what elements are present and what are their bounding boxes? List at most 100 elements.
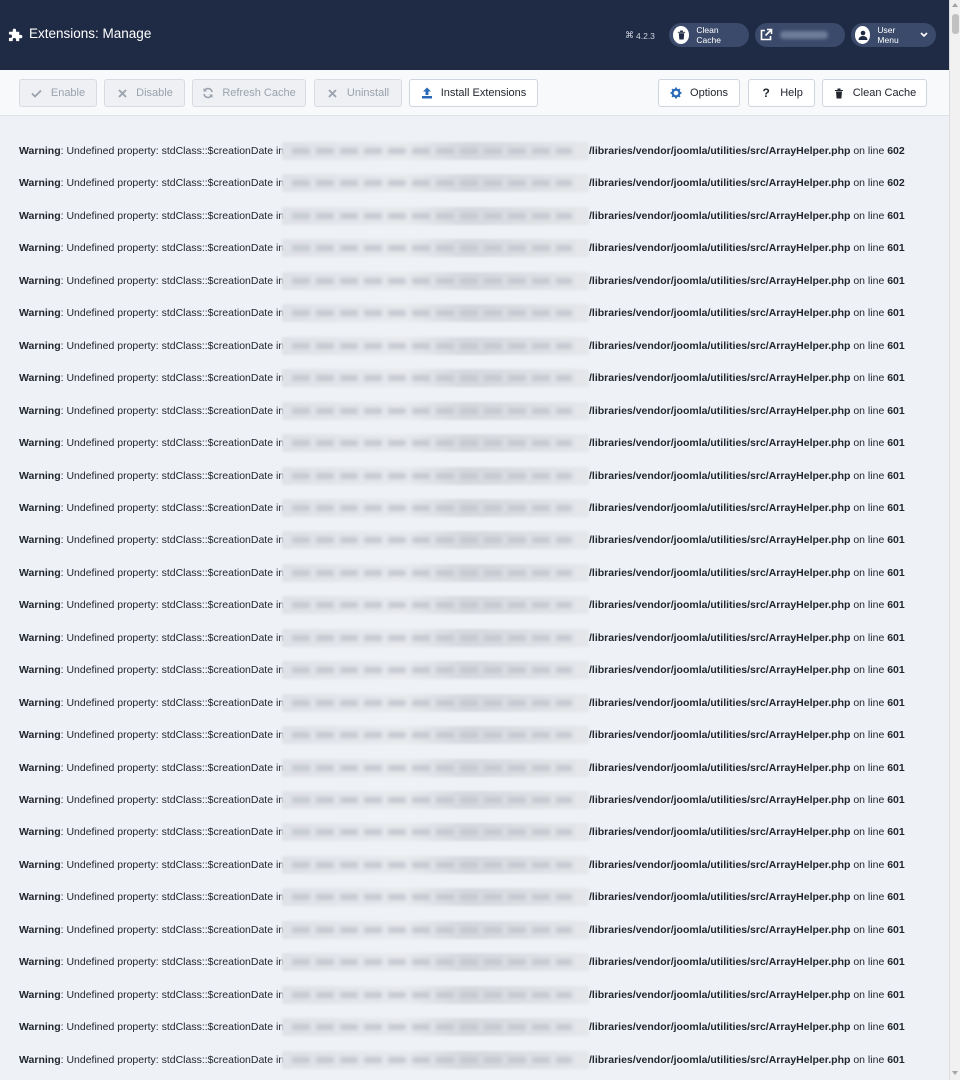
refresh-cache-label: Refresh Cache [222, 87, 296, 99]
warning-on-line: on line [850, 437, 888, 450]
warning-file: /libraries/vendor/joomla/utilities/src/A… [589, 566, 851, 579]
redacted-path [282, 401, 589, 420]
warning-on-line: on line [850, 274, 888, 287]
warning-file: /libraries/vendor/joomla/utilities/src/A… [589, 729, 851, 742]
help-button[interactable]: ? Help [748, 79, 815, 107]
warning-text: : Undefined property: stdClass::$creatio… [60, 696, 285, 709]
refresh-cache-button[interactable]: Refresh Cache [192, 79, 306, 107]
warning-file: /libraries/vendor/joomla/utilities/src/A… [589, 242, 851, 255]
warning-message: Warning: Undefined property: stdClass::$… [19, 567, 284, 579]
warning-message: Warning: Undefined property: stdClass::$… [19, 534, 284, 546]
scroll-up-arrow-icon[interactable] [952, 3, 958, 7]
enable-button[interactable]: Enable [19, 79, 97, 107]
warning-line-number: 601 [887, 534, 905, 547]
install-extensions-button[interactable]: Install Extensions [409, 79, 538, 107]
warning-file: /libraries/vendor/joomla/utilities/src/A… [589, 307, 851, 320]
warning-text: : Undefined property: stdClass::$creatio… [60, 1053, 285, 1066]
warning-on-line: on line [850, 177, 888, 190]
redacted-path [282, 174, 589, 193]
warning-file: /libraries/vendor/joomla/utilities/src/A… [589, 209, 851, 222]
redacted-path [282, 563, 589, 582]
uninstall-button[interactable]: Uninstall [314, 79, 402, 107]
warning-row: Warning: Undefined property: stdClass::$… [19, 239, 919, 258]
warning-message: Warning: Undefined property: stdClass::$… [19, 372, 284, 384]
warning-text: : Undefined property: stdClass::$creatio… [60, 923, 285, 936]
user-menu-button[interactable]: User Menu [851, 23, 936, 47]
warning-label: Warning [19, 177, 61, 190]
warning-text: : Undefined property: stdClass::$creatio… [60, 826, 285, 839]
warning-file: /libraries/vendor/joomla/utilities/src/A… [589, 274, 851, 287]
warning-on-line: on line [850, 534, 888, 547]
warning-file-path: /libraries/vendor/joomla/utilities/src/A… [589, 956, 905, 968]
redacted-path [282, 661, 589, 680]
warning-row: Warning: Undefined property: stdClass::$… [19, 726, 919, 745]
clean-cache-button[interactable]: Clean Cache [822, 79, 927, 107]
warning-text: : Undefined property: stdClass::$creatio… [60, 339, 285, 352]
warning-line-number: 601 [887, 372, 905, 385]
warning-file: /libraries/vendor/joomla/utilities/src/A… [589, 177, 851, 190]
warning-file-path: /libraries/vendor/joomla/utilities/src/A… [589, 470, 905, 482]
warning-text: : Undefined property: stdClass::$creatio… [60, 469, 285, 482]
warning-label: Warning [19, 437, 61, 450]
warning-label: Warning [19, 761, 61, 774]
scroll-thumb[interactable] [952, 14, 959, 34]
redacted-path [282, 1018, 589, 1037]
redacted-path [282, 206, 589, 225]
warning-file-path: /libraries/vendor/joomla/utilities/src/A… [589, 1054, 905, 1066]
warning-file: /libraries/vendor/joomla/utilities/src/A… [589, 469, 851, 482]
scroll-down-arrow-icon[interactable] [952, 1071, 958, 1075]
warning-text: : Undefined property: stdClass::$creatio… [60, 761, 285, 774]
warning-file: /libraries/vendor/joomla/utilities/src/A… [589, 1021, 851, 1034]
warning-message: Warning: Undefined property: stdClass::$… [19, 924, 284, 936]
warning-row: Warning: Undefined property: stdClass::$… [19, 791, 919, 809]
redacted-path [282, 888, 589, 907]
warning-file: /libraries/vendor/joomla/utilities/src/A… [589, 145, 851, 157]
warning-file-path: /libraries/vendor/joomla/utilities/src/A… [589, 437, 905, 449]
warning-label: Warning [19, 631, 61, 644]
warning-text: : Undefined property: stdClass::$creatio… [60, 891, 285, 904]
warning-message: Warning: Undefined property: stdClass::$… [19, 242, 284, 254]
warning-file: /libraries/vendor/joomla/utilities/src/A… [589, 923, 851, 936]
warning-text: : Undefined property: stdClass::$creatio… [60, 177, 285, 190]
warning-file: /libraries/vendor/joomla/utilities/src/A… [589, 858, 851, 871]
refresh-icon [202, 87, 214, 99]
warning-line-number: 602 [887, 177, 905, 190]
warning-label: Warning [19, 404, 61, 417]
warning-text: : Undefined property: stdClass::$creatio… [60, 858, 285, 871]
warning-line-number: 601 [887, 631, 905, 644]
clean-cache-label: Clean Cache [852, 87, 917, 99]
redacted-path [282, 239, 589, 258]
warning-message: Warning: Undefined property: stdClass::$… [19, 405, 284, 417]
warning-line-number: 601 [887, 858, 905, 871]
warning-line-number: 601 [887, 988, 905, 1001]
warning-message: Warning: Undefined property: stdClass::$… [19, 275, 284, 287]
options-button[interactable]: Options [658, 79, 740, 107]
warning-message: Warning: Undefined property: stdClass::$… [19, 697, 284, 709]
warning-on-line: on line [850, 469, 888, 482]
upload-icon [421, 87, 433, 99]
warning-line-number: 601 [887, 469, 905, 482]
warning-row: Warning: Undefined property: stdClass::$… [19, 596, 919, 615]
warning-text: : Undefined property: stdClass::$creatio… [60, 534, 285, 547]
view-site-button[interactable] [755, 23, 845, 47]
warning-on-line: on line [850, 923, 888, 936]
trash-icon [673, 26, 690, 44]
warning-label: Warning [19, 664, 61, 677]
warning-file-path: /libraries/vendor/joomla/utilities/src/A… [589, 145, 905, 157]
page-scrollbar[interactable] [949, 0, 960, 1080]
header-clean-cache-button[interactable]: Clean Cache [669, 23, 749, 47]
warning-file: /libraries/vendor/joomla/utilities/src/A… [589, 599, 851, 612]
disable-button[interactable]: Disable [104, 79, 185, 107]
redacted-path [282, 498, 589, 517]
times-icon [116, 87, 128, 99]
warning-file-path: /libraries/vendor/joomla/utilities/src/A… [589, 891, 905, 903]
warning-line-number: 601 [887, 209, 905, 222]
warning-file-path: /libraries/vendor/joomla/utilities/src/A… [589, 210, 905, 222]
help-label: Help [780, 87, 803, 99]
redacted-path [282, 531, 589, 550]
warning-line-number: 601 [887, 956, 905, 969]
warning-row: Warning: Undefined property: stdClass::$… [19, 628, 919, 647]
redacted-path [282, 596, 589, 615]
warning-row: Warning: Undefined property: stdClass::$… [19, 953, 919, 972]
redacted-path [282, 985, 589, 1004]
